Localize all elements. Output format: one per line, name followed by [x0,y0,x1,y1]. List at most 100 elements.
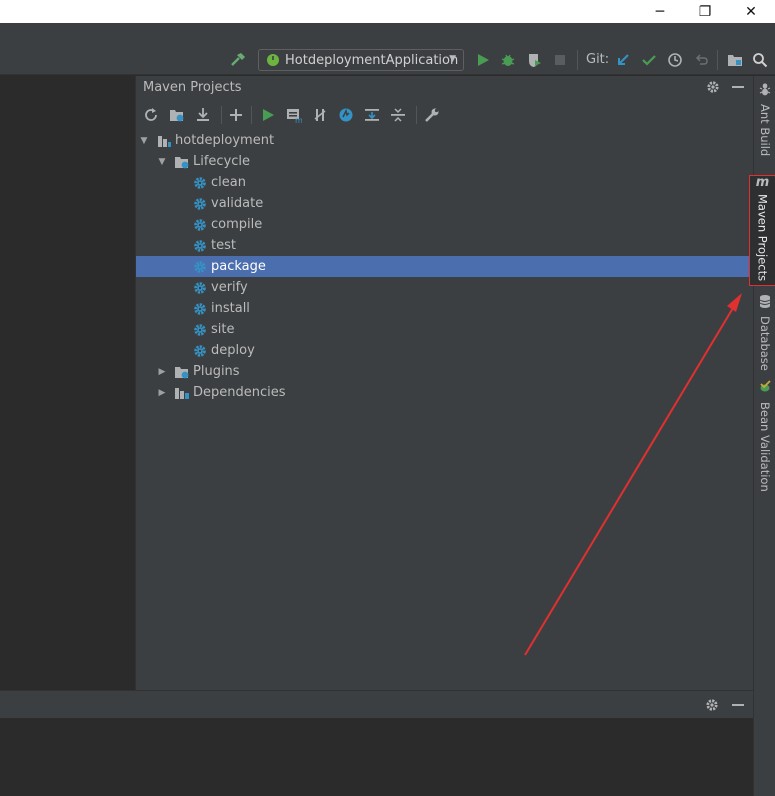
plugins-folder-icon [174,364,190,380]
gear-icon[interactable] [704,697,720,713]
toolbar-separator [251,106,252,124]
gear-goal-icon [192,238,208,254]
lifecycle-label: Lifecycle [193,154,251,169]
download-icon[interactable] [192,104,214,126]
goal-label: site [211,322,235,337]
tree-node-goal-compile[interactable]: compile [136,214,754,235]
editor-area[interactable] [0,76,135,690]
lifecycle-folder-icon [174,154,190,170]
tab-bean-validation[interactable]: Bean Validation [754,380,775,492]
svg-text:m: m [295,116,302,123]
hammer-icon[interactable] [228,50,248,70]
git-history-icon[interactable] [665,50,685,70]
dependencies-icon [174,385,190,401]
toggle-offline-icon[interactable] [309,104,331,126]
hide-panel-icon[interactable] [730,697,746,713]
collapse-all-icon[interactable] [387,104,409,126]
goal-label: validate [211,196,264,211]
tab-ant-build[interactable]: Ant Build [754,82,775,164]
maven-module-icon [156,133,172,149]
goal-label: verify [211,280,248,295]
tab-maven-projects[interactable]: m Maven Projects [749,175,775,286]
gear-goal-icon [192,301,208,317]
project-label: hotdeployment [175,133,275,148]
tab-label: Maven Projects [755,194,770,282]
run-configuration-dropdown[interactable]: HotdeploymentApplication ▼ [258,49,464,71]
tree-node-goal-test[interactable]: test [136,235,754,256]
gear-goal-icon [192,343,208,359]
panel-header: Maven Projects [136,76,754,98]
goal-label: deploy [211,343,255,358]
coverage-icon[interactable] [524,50,544,70]
tree-node-lifecycle[interactable]: ▼ Lifecycle [136,151,754,172]
gear-goal-icon [192,175,208,191]
tree-node-goal-clean[interactable]: clean [136,172,754,193]
project-structure-icon[interactable] [725,50,745,70]
menu-strip [0,23,775,45]
hide-panel-icon[interactable] [730,79,746,95]
tab-label: Ant Build [758,104,772,157]
git-commit-icon[interactable] [639,50,659,70]
toolbar-separator [577,50,578,70]
gear-goal-icon [192,217,208,233]
tree-node-goal-verify[interactable]: verify [136,277,754,298]
execute-goal-icon[interactable]: m [283,104,305,126]
plugins-label: Plugins [193,364,240,379]
chevron-down-icon: ▼ [449,54,456,64]
tree-node-project[interactable]: ▼ hotdeployment [136,130,754,151]
gear-goal-icon [192,322,208,338]
run-configuration-label: HotdeploymentApplication [285,52,459,68]
add-icon[interactable] [225,104,247,126]
bottom-panel-header [0,690,753,718]
search-icon[interactable] [750,50,770,70]
gear-icon[interactable] [705,79,721,95]
tree-node-goal-site[interactable]: site [136,319,754,340]
tree-node-goal-install[interactable]: install [136,298,754,319]
maximize-button[interactable]: ❐ [682,0,728,23]
debug-icon[interactable] [498,50,518,70]
expand-arrow-icon[interactable]: ▼ [156,157,168,167]
maven-toolbar: m [136,102,754,128]
git-update-icon[interactable] [613,50,633,70]
maven-projects-panel: Maven Projects m ▼ hotdeployment ▼ Lifec… [135,76,754,690]
goal-label: package [211,259,266,274]
tree-node-goal-package[interactable]: package [136,256,754,277]
bottom-panel-content[interactable] [0,718,753,796]
git-revert-icon[interactable] [691,50,711,70]
tree-node-goal-validate[interactable]: validate [136,193,754,214]
minimize-button[interactable]: ─ [637,0,683,23]
tree-node-dependencies[interactable]: ▶ Dependencies [136,382,754,403]
spring-boot-icon [265,52,281,68]
git-label: Git: [586,52,610,67]
reimport-icon[interactable] [140,104,162,126]
generate-sources-icon[interactable] [166,104,188,126]
tab-label: Database [758,316,772,371]
expand-arrow-icon[interactable]: ▼ [138,136,150,146]
gear-goal-icon [192,280,208,296]
tree-node-goal-deploy[interactable]: deploy [136,340,754,361]
maven-m-icon: m [755,175,770,190]
toolbar-separator [717,50,718,70]
goal-label: install [211,301,250,316]
toolbar-separator [416,106,417,124]
stop-icon[interactable] [550,50,570,70]
show-dependencies-icon[interactable] [361,104,383,126]
tab-database[interactable]: Database [754,294,775,371]
ant-icon [759,82,771,100]
goal-label: clean [211,175,246,190]
window-title-bar: ─ ❐ ✕ [0,0,775,23]
toolbar-separator [221,106,222,124]
gear-goal-icon [192,259,208,275]
tree-node-plugins[interactable]: ▶ Plugins [136,361,754,382]
run-icon[interactable] [473,50,493,70]
goal-label: compile [211,217,263,232]
skip-tests-icon[interactable] [335,104,357,126]
run-maven-build-icon[interactable] [257,104,279,126]
collapsed-arrow-icon[interactable]: ▶ [156,388,168,398]
right-tool-window-bar: Ant Build m Maven Projects Database Bean… [749,76,775,796]
collapsed-arrow-icon[interactable]: ▶ [156,367,168,377]
panel-title: Maven Projects [143,80,242,95]
settings-wrench-icon[interactable] [421,104,443,126]
goal-label: test [211,238,236,253]
close-window-button[interactable]: ✕ [728,0,774,23]
